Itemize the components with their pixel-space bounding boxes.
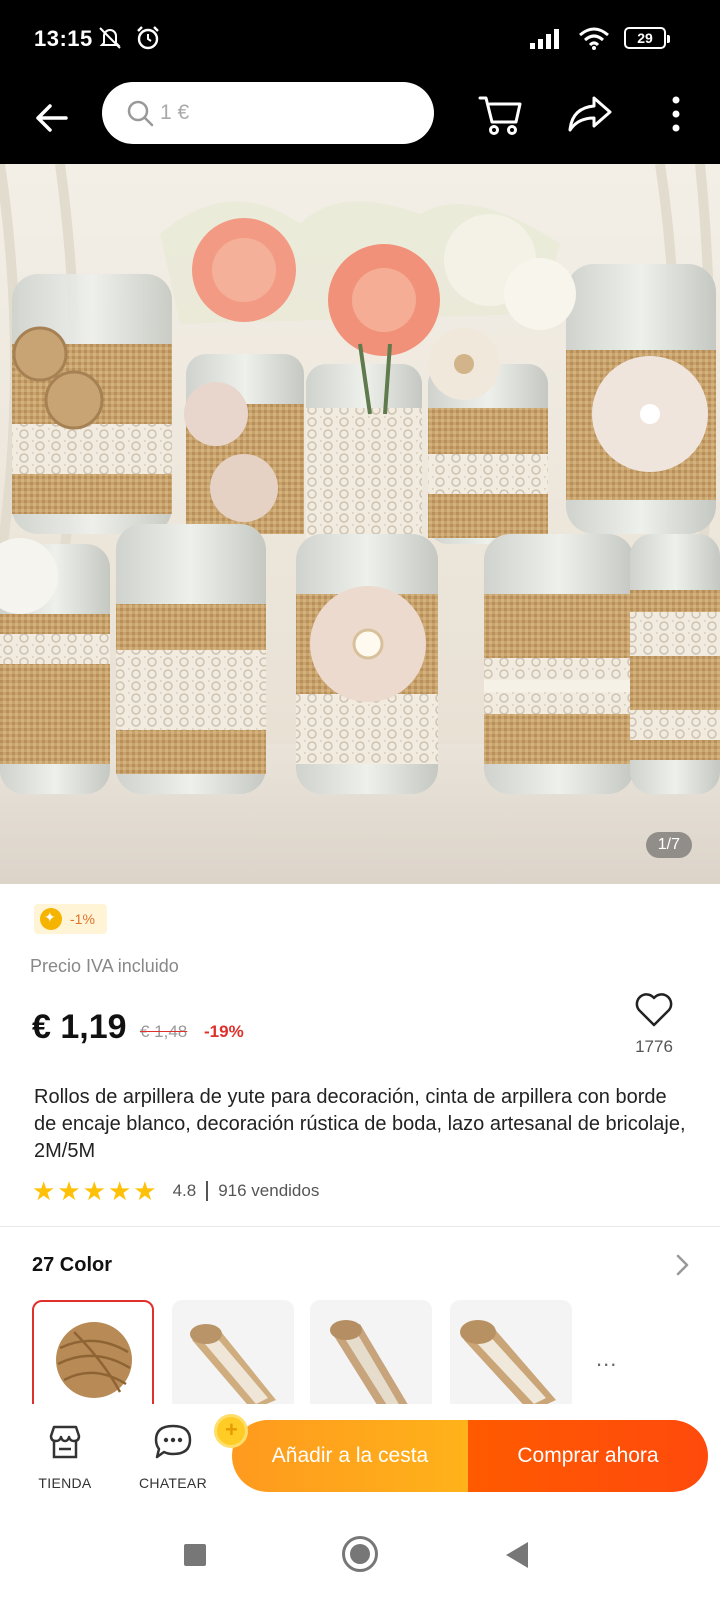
variant-image — [190, 1324, 276, 1404]
signal-icon — [530, 29, 559, 49]
store-icon — [49, 1425, 81, 1459]
wishlist-count: 1776 — [635, 1037, 673, 1056]
star-icon: ★ — [107, 1176, 132, 1206]
variant-thumbnails — [32, 1300, 672, 1404]
store-button[interactable]: TIENDA — [20, 1422, 110, 1491]
chat-button[interactable]: CHATEAR — [128, 1422, 218, 1491]
wifi-icon — [579, 27, 609, 50]
share-icon[interactable] — [564, 92, 616, 136]
variant-image — [460, 1320, 556, 1404]
star-icon: ★ — [82, 1176, 106, 1206]
heart-icon — [635, 993, 673, 1027]
rating-stars: ★ ★ ★ ★ ★ — [32, 1178, 157, 1204]
variant-thumb-lace-2[interactable] — [310, 1300, 432, 1404]
sold-count: 916 vendidos — [218, 1181, 320, 1200]
wishlist-button[interactable]: 1776 — [622, 992, 686, 1057]
discount-percent: -19% — [204, 1022, 244, 1041]
variant-title[interactable]: 27 Color — [32, 1254, 112, 1277]
chevron-right-icon[interactable] — [672, 1252, 692, 1278]
more-variants-indicator[interactable]: ... — [596, 1346, 617, 1372]
mute-icon — [99, 27, 121, 49]
system-back-icon[interactable] — [506, 1542, 528, 1568]
search-placeholder: 1 € — [160, 101, 190, 124]
search-input[interactable]: 1 € — [102, 82, 434, 144]
divider — [206, 1181, 209, 1201]
coin-icon — [40, 908, 62, 930]
variant-thumb-lace-1[interactable] — [172, 1300, 294, 1404]
home-icon[interactable] — [342, 1536, 378, 1572]
add-to-cart-button[interactable]: Añadir a la cesta — [232, 1420, 468, 1492]
coin-discount-badge: -1% — [34, 904, 107, 934]
battery-icon: 29 — [624, 27, 670, 49]
original-price: € 1,48 — [140, 1022, 188, 1041]
chat-label: CHATEAR — [139, 1475, 207, 1491]
battery-level: 29 — [637, 30, 653, 46]
product-photo — [0, 164, 720, 884]
alarm-icon — [137, 26, 159, 50]
buy-now-button[interactable]: Comprar ahora — [468, 1420, 708, 1492]
product-title: Rollos de arpillera de yute para decorac… — [34, 1086, 686, 1162]
section-divider — [0, 1226, 720, 1227]
more-vertical-icon[interactable] — [664, 92, 688, 136]
variant-image — [56, 1322, 132, 1398]
cart-icon[interactable] — [476, 90, 524, 138]
back-arrow-icon[interactable] — [30, 96, 74, 140]
product-image-gallery[interactable]: 1/7 — [0, 164, 720, 884]
search-icon — [127, 100, 154, 127]
store-label: TIENDA — [38, 1475, 92, 1491]
rating-value: 4.8 — [172, 1181, 197, 1200]
chat-icon — [154, 1424, 192, 1459]
coin-discount-text: -1% — [70, 911, 95, 927]
status-time: 13:15 — [34, 26, 93, 51]
vat-note: Precio IVA incluido — [30, 956, 179, 976]
variant-image — [330, 1320, 408, 1404]
current-price: € 1,19 — [32, 1008, 127, 1046]
recent-apps-icon[interactable] — [184, 1544, 206, 1566]
star-icon: ★ — [32, 1176, 56, 1206]
variant-thumb-lace-3[interactable] — [450, 1300, 572, 1404]
variant-thumb-jute-ball[interactable] — [32, 1300, 154, 1404]
status-bar: 13:15 29 — [0, 0, 720, 78]
rating-row[interactable]: ★ ★ ★ ★ ★ 4.8 916 vendidos — [32, 1178, 319, 1204]
coin-bonus-icon — [214, 1414, 248, 1448]
star-icon: ★ — [57, 1176, 81, 1206]
star-icon: ★ — [133, 1176, 157, 1206]
image-counter: 1/7 — [645, 832, 692, 858]
bottom-action-bar: TIENDA CHATEAR Añadir a la cesta Comprar… — [0, 1404, 720, 1514]
app-bar: 1 € — [0, 78, 720, 164]
system-navigation-bar — [0, 1514, 720, 1600]
